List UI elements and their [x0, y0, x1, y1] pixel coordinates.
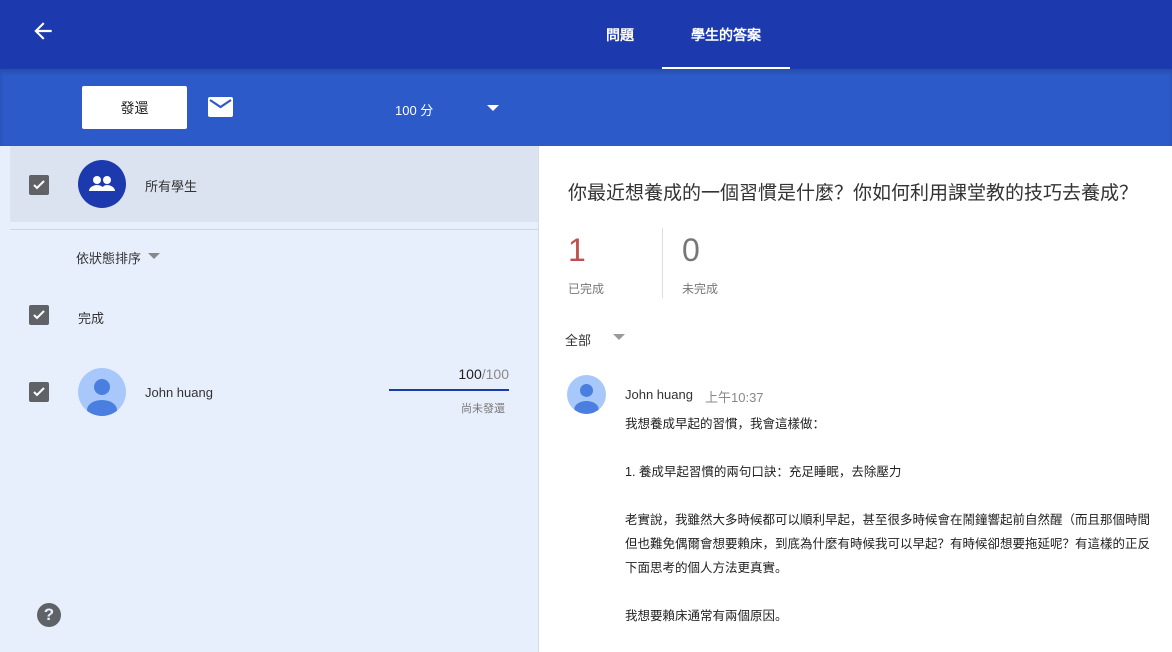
- answer-line: [625, 580, 1150, 604]
- avatar: [567, 375, 606, 414]
- status-text: 尚未發還: [461, 403, 505, 415]
- checkbox-all[interactable]: [29, 175, 49, 195]
- answer-line: 老實說，我雖然大多時候都可以順利早起，甚至很多時候會在鬧鐘響起前自然醒（而且那個…: [625, 513, 1151, 527]
- answer-line: 我想要賴床通常有兩個原因。: [625, 609, 788, 623]
- sort-label: 依狀態排序: [76, 251, 142, 266]
- done-count: 1: [568, 232, 586, 268]
- chevron-down-icon: [148, 253, 160, 259]
- answer-line: 下面思考的個人方法更真實。: [625, 561, 788, 575]
- done-label: 已完成: [568, 282, 605, 296]
- tab-student-answers[interactable]: 學生的答案: [662, 0, 790, 69]
- answers-panel: 你最近想養成的一個習慣是什麼？你如何利用課堂教的技巧去養成？ 1 已完成 0 未…: [540, 146, 1172, 652]
- filter-label: 全部: [565, 333, 592, 348]
- done-group-label: 完成: [78, 311, 105, 326]
- student-name: John huang: [145, 385, 213, 400]
- answer-line: 但也難免偶爾會想要賴床，到底為什麼有時候我可以早起？有時候卻想要拖延呢？有這樣的…: [625, 537, 1151, 551]
- grade-input[interactable]: 100/100: [389, 366, 509, 391]
- student-list-panel: 所有學生 依狀態排序 完成 John huang 100/100 尚未發還 ?: [0, 146, 539, 652]
- app-header: 問題 學生的答案: [0, 0, 1172, 69]
- answer-text: 我想養成早起的習慣，我會這樣做： 1. 養成早起習慣的兩句口訣：充足睡眠，去除壓力…: [625, 412, 1150, 628]
- toolbar: 發還 100 分: [0, 69, 1172, 146]
- checkbox-student[interactable]: [29, 382, 49, 402]
- return-button[interactable]: 發還: [82, 86, 187, 129]
- tab-questions[interactable]: 問題: [580, 0, 660, 69]
- answer-time: 上午10:37: [705, 390, 764, 405]
- question-title: 你最近想養成的一個習慣是什麼？你如何利用課堂教的技巧去養成？: [568, 183, 1139, 204]
- answer-line: 我想養成早起的習慣，我會這樣做：: [625, 417, 826, 431]
- answer-line: [625, 484, 1150, 508]
- not-done-count: 0: [682, 232, 700, 268]
- answer-line: 1. 養成早起習慣的兩句口訣：充足睡眠，去除壓力: [625, 465, 902, 479]
- all-students-label: 所有學生: [145, 179, 198, 194]
- all-students-row[interactable]: 所有學生: [10, 146, 538, 222]
- grade-value: 100: [458, 366, 482, 382]
- points-select[interactable]: 100 分: [395, 100, 433, 119]
- back-arrow-icon[interactable]: [30, 18, 56, 44]
- tab-label: 問題: [606, 26, 634, 43]
- group-icon: [78, 160, 126, 208]
- not-done-label: 未完成: [682, 282, 719, 296]
- divider: [10, 229, 538, 230]
- checkbox-done-group[interactable]: [29, 305, 49, 325]
- grade-max: /100: [481, 366, 509, 382]
- tab-label: 學生的答案: [691, 26, 761, 43]
- answer-line: [625, 436, 1150, 460]
- answer-author: John huang: [625, 387, 693, 402]
- chevron-down-icon[interactable]: [487, 105, 499, 111]
- help-icon[interactable]: ?: [37, 603, 61, 627]
- avatar: [78, 368, 126, 416]
- email-icon[interactable]: [208, 97, 233, 117]
- chevron-down-icon: [613, 334, 625, 340]
- divider: [662, 228, 663, 298]
